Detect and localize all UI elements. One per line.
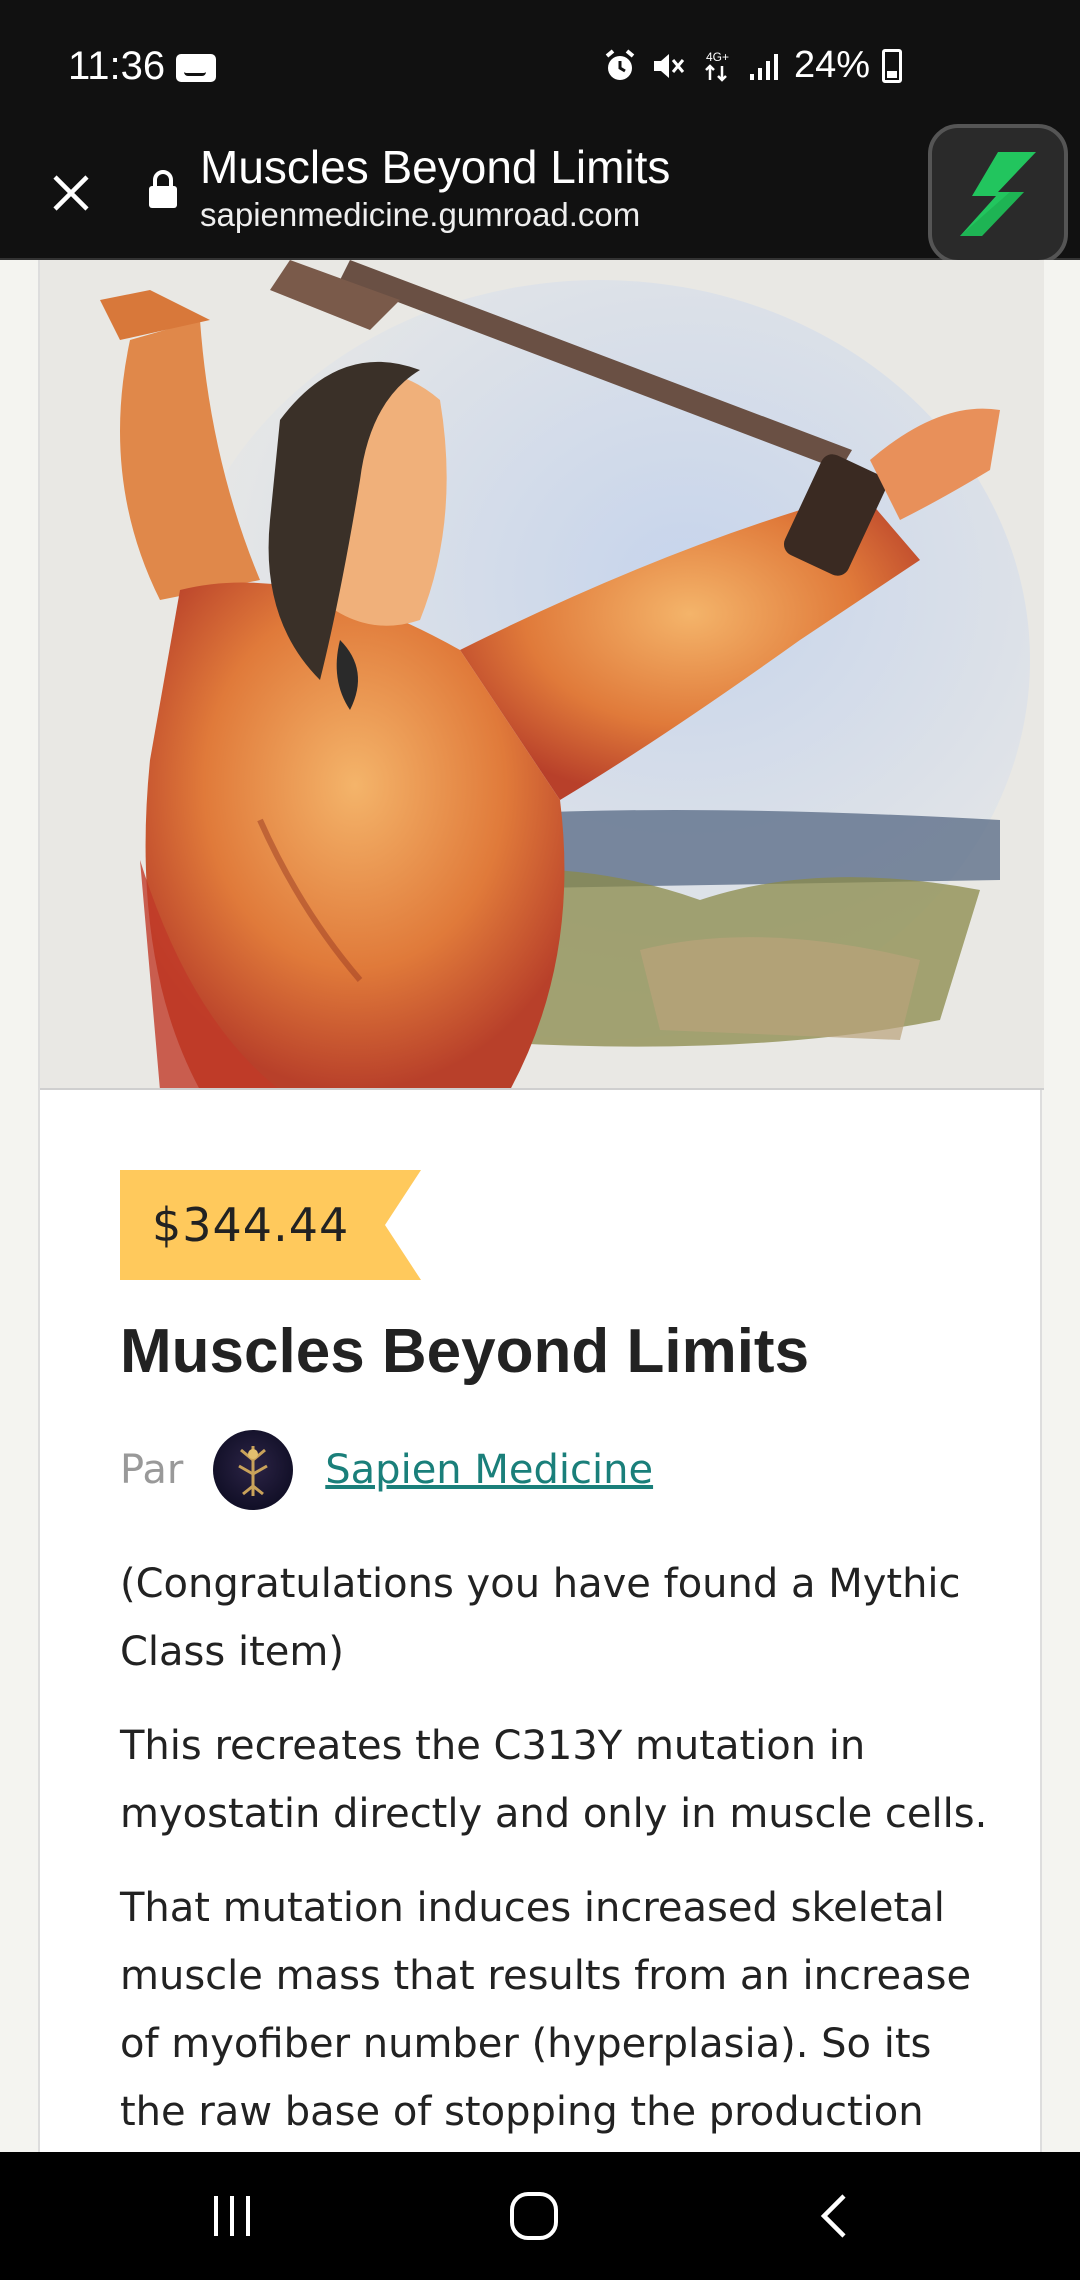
home-button[interactable] — [494, 2176, 574, 2256]
status-time: 11:36 — [68, 44, 166, 88]
price-value: $344.44 — [120, 1170, 386, 1280]
page-content: $344.44 Muscles Beyond Limits Par Sapien… — [0, 260, 1080, 2152]
price-tag: $344.44 — [120, 1170, 422, 1280]
page-title: Muscles Beyond Limits — [200, 141, 671, 193]
author-byline: Par Sapien Medicine — [120, 1430, 653, 1510]
description-paragraph: (Congratulations you have found a Mythic… — [120, 1561, 961, 1675]
battery-icon — [882, 48, 902, 83]
by-label: Par — [120, 1447, 184, 1493]
svg-text:4G+: 4G+ — [706, 50, 729, 64]
system-nav-bar — [0, 2152, 1080, 2280]
battery-percent: 24% — [793, 44, 870, 86]
browser-toolbar: Muscles Beyond Limits sapienmedicine.gum… — [0, 124, 1080, 264]
price-tag-tip — [385, 1170, 422, 1280]
page-url[interactable]: sapienmedicine.gumroad.com — [200, 196, 640, 234]
description-paragraph: This recreates the C313Y mutation in myo… — [120, 1723, 988, 1837]
back-button[interactable] — [796, 2176, 876, 2256]
description-paragraph: That mutation induces increased skeletal… — [120, 1885, 972, 2135]
back-icon — [820, 2194, 846, 2238]
product-description: (Congratulations you have found a Mythic… — [120, 1550, 1000, 2152]
author-link[interactable]: Sapien Medicine — [325, 1447, 653, 1493]
alarm-icon — [602, 48, 638, 84]
author-avatar[interactable] — [213, 1430, 294, 1510]
close-icon — [53, 175, 89, 211]
signal-icon — [746, 48, 782, 84]
status-icons: 4G+ 24% — [602, 44, 902, 87]
lightning-bolt-icon — [960, 152, 1036, 236]
status-bar: 11:36 4G+ 24% — [0, 0, 1080, 132]
home-icon — [510, 2192, 558, 2240]
product-title: Muscles Beyond Limits — [120, 1317, 810, 1386]
lock-icon — [149, 170, 177, 208]
extension-button[interactable] — [928, 124, 1068, 264]
mute-icon — [650, 48, 686, 84]
voicemail-icon — [176, 54, 216, 82]
close-tab-button[interactable] — [36, 158, 106, 228]
product-cover-image — [40, 260, 1044, 1090]
recent-apps-button[interactable] — [192, 2176, 272, 2256]
data-4g-icon: 4G+ — [698, 48, 734, 84]
product-card: $344.44 Muscles Beyond Limits Par Sapien… — [38, 260, 1044, 2152]
recent-apps-icon — [214, 2196, 250, 2236]
